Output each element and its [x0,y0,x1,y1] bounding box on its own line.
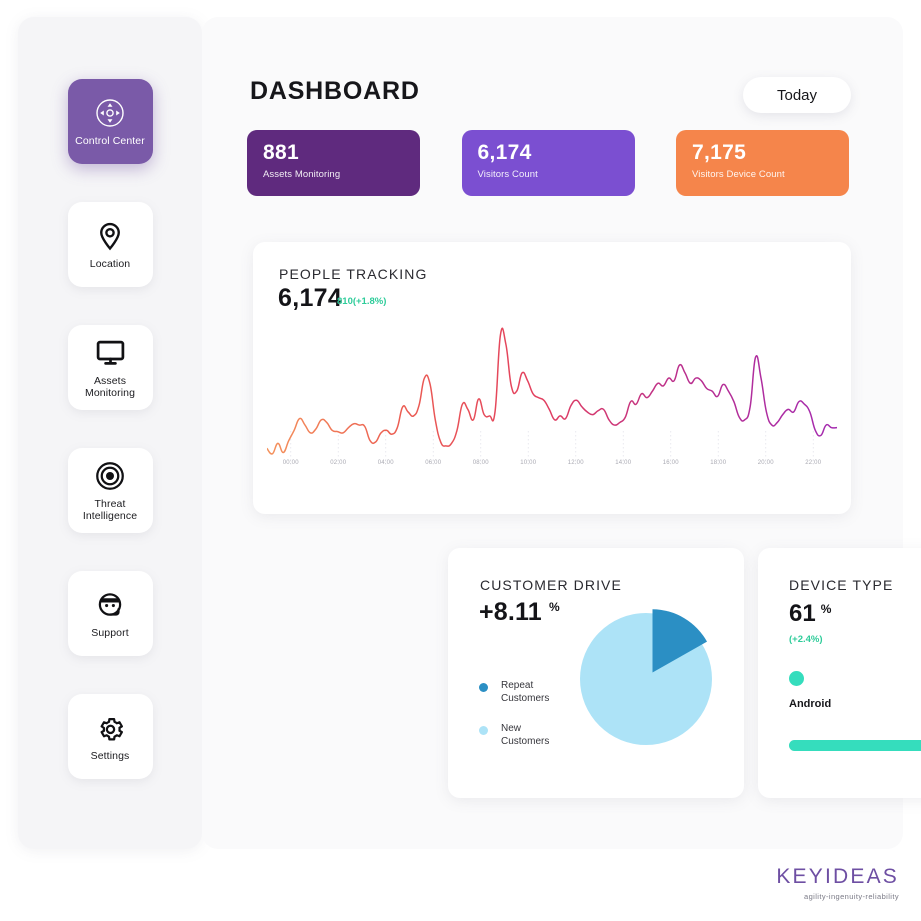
sidebar-item-settings[interactable]: Settings [67,694,153,779]
sidebar-nav: Control Center Location Assets Monitorin… [18,79,202,779]
kpi-row: 881 Assets Monitoring 6,174 Visitors Cou… [247,130,849,196]
kpi-value: 6,174 [477,141,532,164]
date-filter-button[interactable]: Today [743,77,851,113]
people-tracking-value: 6,174 [278,284,343,312]
sidebar-item-control-center[interactable]: Control Center [67,79,153,164]
target-icon [93,459,127,493]
gear-icon [93,711,127,745]
brand-name: KEYIDEAS [776,865,899,888]
monitor-icon [93,336,127,370]
dashboard-app: Control Center Location Assets Monitorin… [0,0,921,921]
people-tracking-delta: 810(+1.8%) [337,296,387,307]
chart-x-axis: 00:00 02:00 04:00 06:00 08:00 10:00 12:00 14:00… [267,460,837,466]
x-axis-tick: 06:00 [425,460,442,466]
legend-label: Repeat Customers [501,680,550,704]
sidebar-item-support[interactable]: Support [67,571,153,656]
device-share-segment-android [789,740,921,751]
x-axis-tick: 02:00 [330,460,347,466]
kpi-value: 7,175 [692,141,747,164]
sidebar-item-location[interactable]: Location [67,202,153,287]
sidebar-item-label: Threat Intelligence [82,497,138,523]
device-delta: (+2.4%) [789,634,823,645]
sidebar-item-label: Settings [90,749,130,762]
customer-drive-pie-chart [576,596,728,753]
card-title: DEVICE TYPE [789,577,894,593]
brand-tagline: agility-ingenuity-reliability [804,892,899,901]
legend-label: New Customers [501,723,550,747]
kpi-label: Assets Monitoring [263,169,341,180]
main-content: DASHBOARD Today 881 Assets Monitoring 6,… [202,17,921,849]
brand-logo: KEYIDEAS agility-ingenuity-reliability [776,865,899,901]
sidebar: Control Center Location Assets Monitorin… [18,17,202,849]
x-axis-tick: 16:00 [662,460,679,466]
customer-drive-card: CUSTOMER DRIVE +8.11 % Repeat Customers N… [448,548,744,798]
kpi-label: Visitors Count [477,169,538,180]
x-axis-tick: 04:00 [377,460,394,466]
kpi-card-assets-monitoring[interactable]: 881 Assets Monitoring [247,130,420,196]
device-type-card: DEVICE TYPE 61% (+2.4%) Android 28% (+1.… [758,548,921,798]
sidebar-item-label: Support [91,626,129,639]
control-center-icon [93,96,127,130]
device-value-row: 61% [789,600,831,628]
legend-item-repeat-customers: Repeat Customers [479,680,549,705]
x-axis-tick: 22:00 [805,460,822,466]
device-color-dot [789,671,804,686]
legend-item-new-customers: New Customers [479,723,549,748]
device-value: 61 [789,600,816,627]
legend-dot [479,683,488,692]
kpi-value: 881 [263,141,299,164]
card-title: PEOPLE TRACKING [279,266,428,282]
location-pin-icon [93,219,127,253]
sidebar-item-label: Location [89,257,131,270]
sidebar-item-assets-monitoring[interactable]: Assets Monitoring [67,325,153,410]
customer-drive-percent-symbol: % [549,600,560,614]
kpi-label: Visitors Device Count [692,169,785,180]
kpi-card-visitors-device-count[interactable]: 7,175 Visitors Device Count [676,130,849,196]
x-axis-tick: 10:00 [520,460,537,466]
legend-dot [479,726,488,735]
customer-drive-legend: Repeat Customers New Customers [479,680,549,766]
sidebar-item-label: Control Center [75,134,145,147]
customer-drive-value: +8.11 [479,598,542,626]
people-tracking-line-chart [267,327,837,465]
page-title: DASHBOARD [250,77,420,105]
kpi-card-visitors-count[interactable]: 6,174 Visitors Count [461,130,635,196]
sidebar-item-label: Assets Monitoring [84,374,136,400]
support-headset-icon [93,588,127,622]
card-title: CUSTOMER DRIVE [480,577,622,593]
x-axis-tick: 12:00 [567,460,584,466]
device-percent-symbol: % [820,602,832,616]
device-share-bar [789,740,921,751]
people-tracking-card: PEOPLE TRACKING 6,174 810(+1.8%) 00:00 0… [253,242,851,514]
x-axis-tick: 00:00 [282,460,299,466]
x-axis-tick: 20:00 [757,460,774,466]
x-axis-tick: 18:00 [710,460,727,466]
chart-line [267,327,837,455]
device-name: Android [789,698,832,710]
device-column-android: 61% (+2.4%) Android [789,600,831,710]
x-axis-tick: 08:00 [472,460,489,466]
x-axis-tick: 14:00 [615,460,632,466]
sidebar-item-threat-intelligence[interactable]: Threat Intelligence [67,448,153,533]
